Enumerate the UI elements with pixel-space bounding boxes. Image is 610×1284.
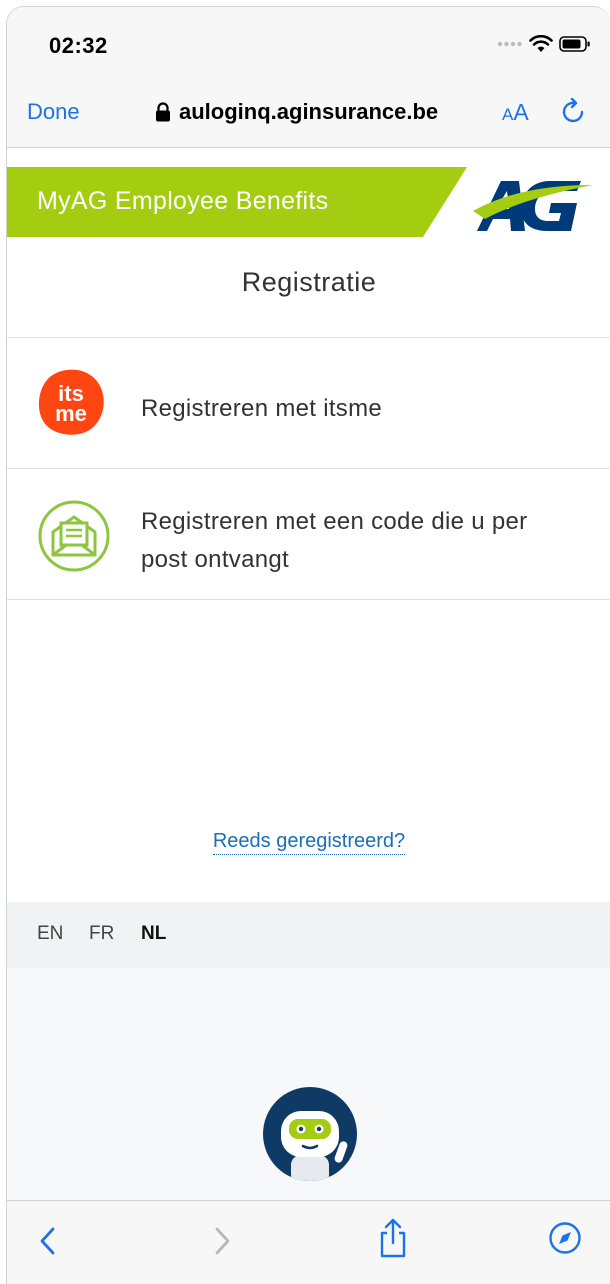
language-nl[interactable]: NL bbox=[141, 923, 166, 945]
chatbot-icon[interactable] bbox=[261, 1085, 359, 1183]
forward-icon[interactable] bbox=[211, 1223, 233, 1259]
compass-icon[interactable] bbox=[548, 1221, 582, 1255]
url-text: auloginq.aginsurance.be bbox=[179, 99, 439, 124]
brand-banner: MyAG Employee Benefits bbox=[7, 167, 610, 237]
browser-toolbar bbox=[7, 1200, 610, 1284]
register-itsme-option[interactable]: its me Registreren met itsme bbox=[7, 338, 610, 468]
register-code-label-line2: post ontvangt bbox=[141, 546, 290, 573]
already-registered-link-wrap: Reeds geregistreerd? bbox=[7, 830, 610, 855]
language-fr[interactable]: FR bbox=[89, 923, 114, 945]
ag-logo bbox=[473, 181, 593, 231]
share-icon[interactable] bbox=[377, 1217, 409, 1259]
itsme-icon: its me bbox=[38, 369, 104, 435]
register-code-option[interactable]: Registreren met een code die u per post … bbox=[7, 469, 610, 599]
register-itsme-label: Registreren met itsme bbox=[141, 395, 383, 422]
text-size-small-glyph: A bbox=[502, 105, 514, 124]
url-display[interactable]: auloginq.aginsurance.be bbox=[155, 99, 438, 125]
page-title: Registratie bbox=[241, 267, 377, 297]
language-bar: EN FR NL bbox=[7, 902, 610, 968]
itsme-bottom-text: me bbox=[55, 401, 87, 426]
wifi-icon bbox=[529, 35, 553, 52]
battery-icon bbox=[559, 36, 590, 52]
banner-title: MyAG Employee Benefits bbox=[37, 187, 329, 215]
signal-dots-icon bbox=[497, 41, 522, 47]
text-size-button[interactable]: AA bbox=[502, 99, 529, 126]
language-en[interactable]: EN bbox=[37, 923, 63, 945]
status-icons bbox=[497, 33, 591, 55]
back-icon[interactable] bbox=[37, 1223, 59, 1259]
divider bbox=[7, 599, 610, 600]
already-registered-link[interactable]: Reeds geregistreerd? bbox=[212, 830, 406, 855]
done-button[interactable]: Done bbox=[27, 99, 80, 125]
lock-icon bbox=[156, 102, 170, 122]
status-time: 02:32 bbox=[49, 33, 108, 58]
status-bar: 02:32 bbox=[7, 7, 610, 79]
reload-icon[interactable] bbox=[561, 97, 587, 127]
mail-envelope-icon bbox=[38, 500, 110, 572]
browser-window: 02:32 Done auloginq.aginsurance.be AA My… bbox=[6, 6, 610, 1284]
text-size-large-glyph: A bbox=[513, 99, 529, 125]
address-bar: Done auloginq.aginsurance.be AA bbox=[7, 79, 610, 148]
register-code-label: Registreren met een code die u per post … bbox=[141, 503, 527, 579]
register-code-label-line1: Registreren met een code die u per bbox=[141, 508, 528, 535]
